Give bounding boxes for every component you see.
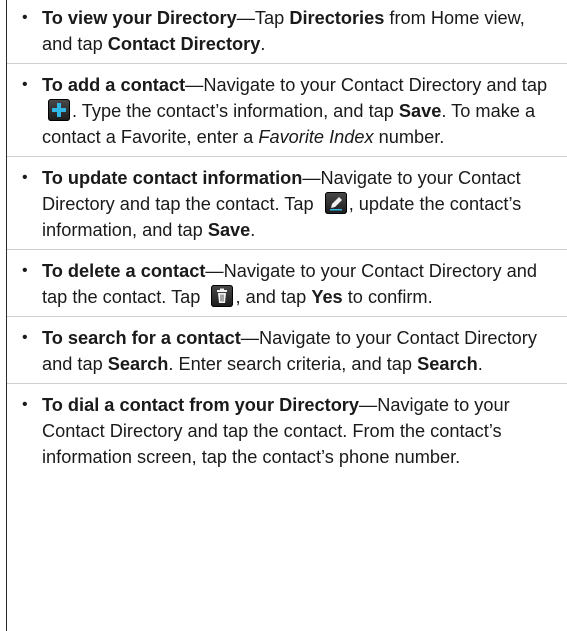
dash: — xyxy=(205,261,224,281)
item-title: To view your Directory xyxy=(42,8,237,28)
item-text: . xyxy=(477,354,483,374)
yes-label: Yes xyxy=(311,287,343,307)
item-title: To dial a contact from your Directory xyxy=(42,395,359,415)
list-item-search-contact: • To search for a contact—Navigate to yo… xyxy=(7,317,567,384)
save-label: Save xyxy=(398,101,442,121)
edit-icon xyxy=(324,192,347,214)
contact-directory-label: Contact Directory xyxy=(107,34,261,54)
item-text: number. xyxy=(373,127,445,147)
item-text: Navigate to your Contact Directory and t… xyxy=(203,75,548,95)
search-label: Search xyxy=(107,354,169,374)
bullet: • xyxy=(22,329,28,346)
dash: — xyxy=(302,168,321,188)
dash: — xyxy=(359,395,378,415)
dash: — xyxy=(185,75,204,95)
list-item-add-contact: • To add a contact—Navigate to your Cont… xyxy=(7,64,567,157)
item-text: . Enter search criteria, and tap xyxy=(168,354,418,374)
item-text: , and tap xyxy=(235,287,312,307)
instruction-list: • To view your Directory—Tap Directories… xyxy=(7,0,567,476)
item-text: . Type the contact’s information, and ta… xyxy=(72,101,399,121)
item-title: To search for a contact xyxy=(42,328,241,348)
list-item-update-contact: • To update contact information—Navigate… xyxy=(7,157,567,250)
item-text: Tap xyxy=(254,8,290,28)
add-icon xyxy=(48,99,70,121)
item-text: . xyxy=(260,34,266,54)
bullet: • xyxy=(22,9,28,26)
item-title: To delete a contact xyxy=(42,261,206,281)
list-item-view-directory: • To view your Directory—Tap Directories… xyxy=(7,0,567,64)
bullet: • xyxy=(22,76,28,93)
bullet: • xyxy=(22,169,28,186)
item-text: . xyxy=(250,220,256,240)
trash-icon xyxy=(211,285,234,307)
bullet: • xyxy=(22,396,28,413)
item-text: to confirm. xyxy=(342,287,433,307)
list-item-delete-contact: • To delete a contact—Navigate to your C… xyxy=(7,250,567,317)
item-title: To add a contact xyxy=(42,75,186,95)
save-label: Save xyxy=(207,220,251,240)
bullet: • xyxy=(22,262,28,279)
list-item-dial-contact: • To dial a contact from your Directory—… xyxy=(7,384,567,476)
item-title: To update contact information xyxy=(42,168,303,188)
search-label: Search xyxy=(417,354,478,374)
dash: — xyxy=(240,328,259,348)
directories-label: Directories xyxy=(289,8,385,28)
favorite-index-label: Favorite Index xyxy=(258,127,374,147)
document-panel: • To view your Directory—Tap Directories… xyxy=(6,0,567,631)
dash: — xyxy=(236,8,255,28)
